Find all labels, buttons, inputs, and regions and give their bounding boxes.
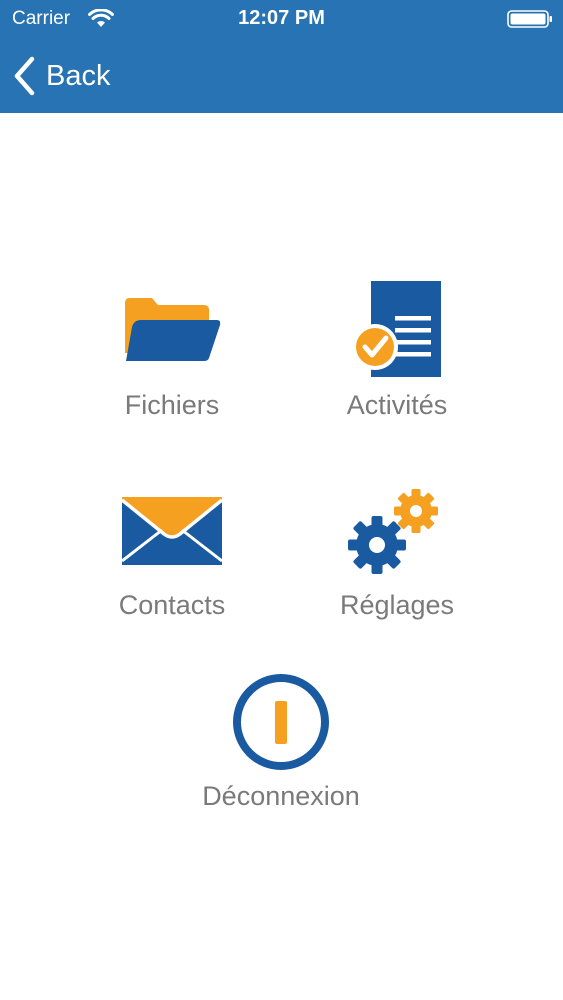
menu-item-reglages[interactable]: Réglages	[287, 476, 507, 646]
gears-icon	[348, 489, 438, 574]
status-time: 12:07 PM	[238, 7, 325, 29]
menu-icon-wrapper	[287, 476, 507, 586]
back-label: Back	[46, 59, 111, 92]
menu-item-activites[interactable]: Activités	[287, 276, 507, 446]
navigation-bar: Back	[0, 40, 563, 113]
menu-item-label: Déconnexion	[202, 781, 360, 811]
envelope-icon	[120, 497, 224, 565]
menu-item-contacts[interactable]: Contacts	[62, 476, 282, 646]
status-bar: Carrier 12:07 PM	[0, 0, 563, 40]
menu-icon-wrapper	[62, 276, 282, 386]
menu-item-label: Réglages	[339, 590, 455, 620]
menu-item-label: Contacts	[118, 590, 226, 620]
folder-icon	[125, 298, 221, 361]
menu-icon-wrapper	[62, 476, 282, 586]
top-bar: Carrier 12:07 PM Back	[0, 0, 563, 113]
battery-icon	[507, 10, 552, 28]
document-check-icon	[352, 281, 441, 377]
menu-icon-wrapper	[287, 276, 507, 386]
chevron-left-icon	[14, 56, 35, 96]
power-icon	[233, 674, 329, 770]
menu-icon-wrapper	[171, 667, 391, 777]
back-button[interactable]: Back	[12, 54, 110, 98]
menu-item-deconnexion[interactable]: Déconnexion	[171, 667, 391, 837]
menu-item-label: Fichiers	[124, 390, 220, 420]
menu-item-label: Activités	[346, 390, 448, 420]
menu-item-fichiers[interactable]: Fichiers	[62, 276, 282, 446]
